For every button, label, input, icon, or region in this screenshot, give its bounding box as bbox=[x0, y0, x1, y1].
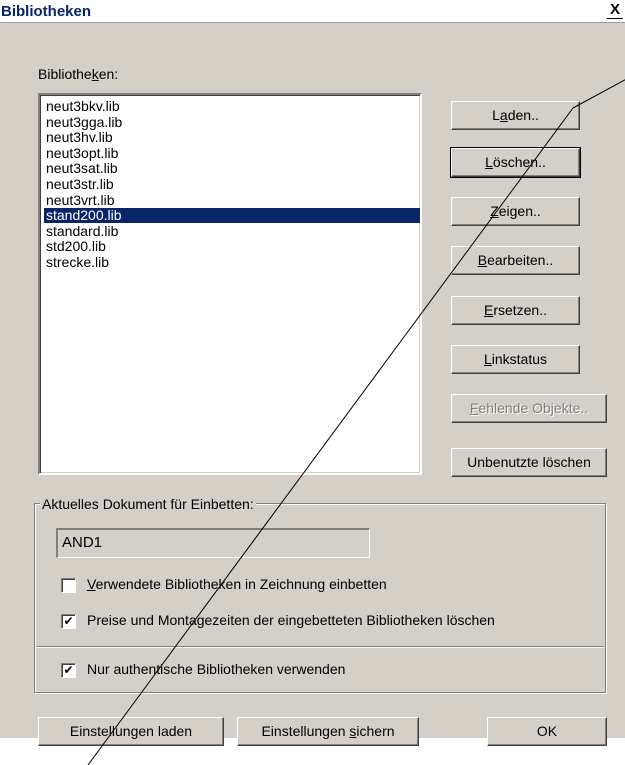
library-list-item[interactable]: standard.lib bbox=[44, 223, 420, 239]
library-list-item[interactable]: neut3gga.lib bbox=[44, 114, 420, 130]
missing-objects-button[interactable]: Fehlende Objekte.. bbox=[451, 394, 607, 423]
libraries-dialog: Bibliotheken X Bibliotheken: neut3bkv.li… bbox=[0, 0, 625, 746]
library-list-item[interactable]: neut3opt.lib bbox=[44, 145, 420, 161]
show-button[interactable]: Zeigen.. bbox=[451, 197, 580, 226]
delete-prices-checkbox[interactable]: ✔ bbox=[61, 614, 76, 629]
window-title: Bibliotheken bbox=[1, 3, 92, 20]
library-list-item[interactable]: strecke.lib bbox=[44, 255, 420, 270]
title-bar[interactable]: Bibliotheken X bbox=[0, 0, 625, 23]
close-button[interactable]: X bbox=[607, 2, 623, 19]
embed-group-label: Aktuelles Dokument für Einbetten: bbox=[40, 496, 256, 512]
ok-button[interactable]: OK bbox=[487, 717, 607, 746]
library-list-item[interactable]: neut3sat.lib bbox=[44, 161, 420, 176]
authentic-libraries-label[interactable]: Nur authentische Bibliotheken verwenden bbox=[87, 661, 345, 677]
link-status-button[interactable]: Linkstatus bbox=[451, 345, 580, 374]
libraries-listbox[interactable]: neut3bkv.lib neut3gga.lib neut3hv.lib neut3… bbox=[38, 93, 422, 475]
edit-button[interactable]: Bearbeiten.. bbox=[451, 246, 580, 275]
library-list-item[interactable]: neut3bkv.lib bbox=[44, 99, 420, 114]
embed-libraries-label[interactable]: Verwendete Bibliotheken in Zeichnung ein… bbox=[87, 576, 387, 592]
group-divider bbox=[36, 646, 604, 648]
delete-prices-label[interactable]: Preise und Montagezeiten der eingebettet… bbox=[87, 612, 495, 628]
save-settings-button[interactable]: Einstellungen sichern bbox=[237, 717, 419, 746]
delete-unused-button[interactable]: Unbenutzte löschen bbox=[451, 448, 607, 477]
current-document-field[interactable]: AND1 bbox=[56, 528, 370, 558]
replace-button[interactable]: Ersetzen.. bbox=[451, 296, 580, 325]
delete-button[interactable]: Löschen.. bbox=[450, 147, 581, 178]
authentic-libraries-checkbox[interactable]: ✔ bbox=[61, 663, 76, 678]
library-list-item[interactable]: neut3hv.lib bbox=[44, 130, 420, 145]
load-settings-button[interactable]: Einstellungen laden bbox=[38, 717, 224, 746]
embed-libraries-checkbox[interactable] bbox=[61, 578, 76, 593]
library-list-item[interactable]: std200.lib bbox=[44, 239, 420, 254]
library-list-item[interactable]: stand200.lib bbox=[44, 208, 420, 224]
library-list-item[interactable]: neut3str.lib bbox=[44, 177, 420, 192]
library-list-item[interactable]: neut3vrt.lib bbox=[44, 192, 420, 208]
load-button[interactable]: Laden.. bbox=[451, 101, 580, 130]
libraries-label: Bibliotheken: bbox=[38, 66, 119, 82]
